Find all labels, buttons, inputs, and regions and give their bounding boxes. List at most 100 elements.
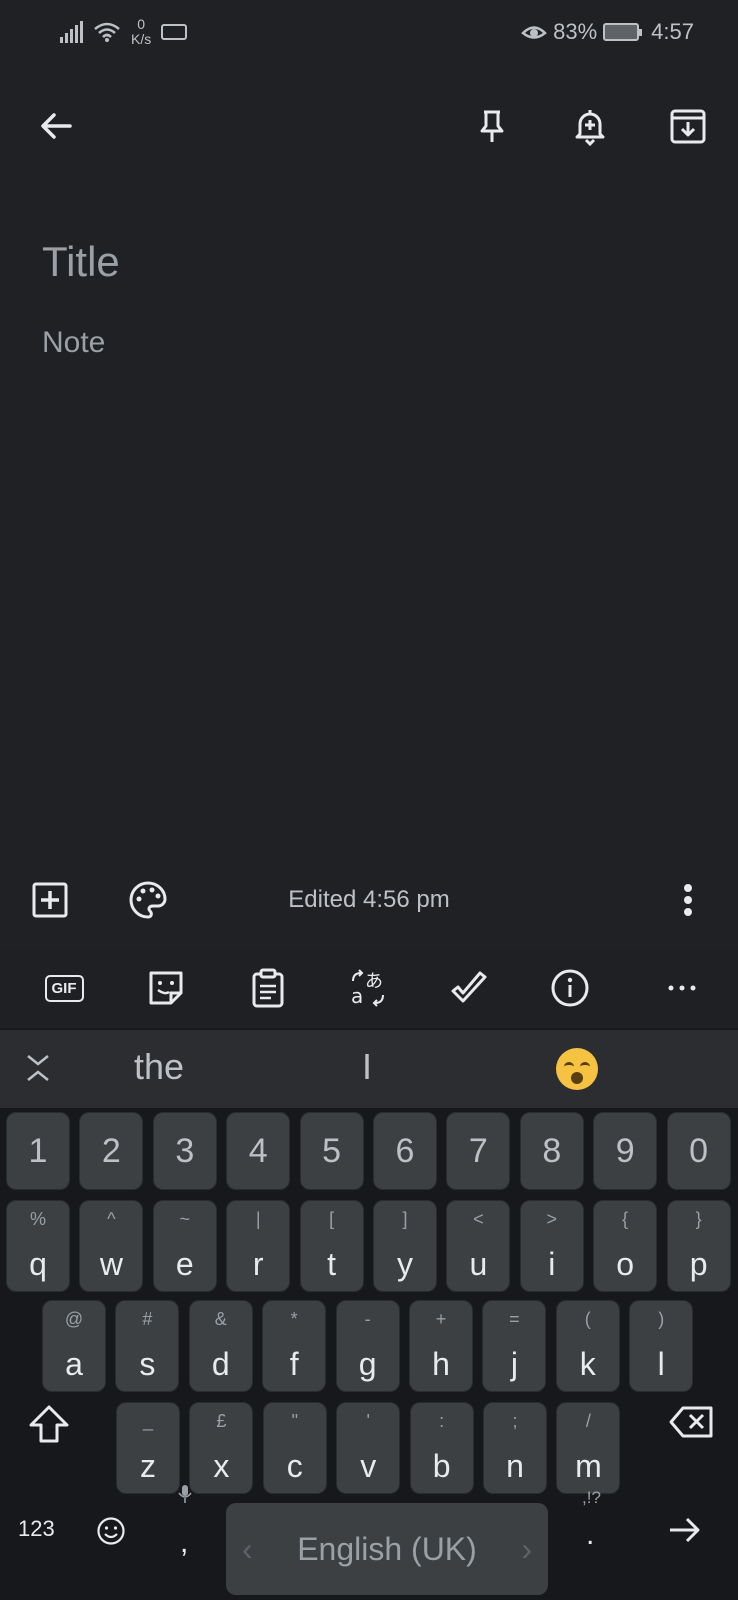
key-a-secondary: @ [64,1309,84,1329]
key-u-label: u [469,1246,488,1282]
network-speed: 0 K/s [131,17,151,47]
gif-button[interactable]: GIF [40,964,88,1012]
key-i[interactable]: > i [519,1200,584,1292]
key-9[interactable]: 9 [593,1112,658,1190]
signal-icon [60,21,83,43]
key-r-label: r [252,1246,264,1282]
key-x-label: x [213,1448,230,1484]
key-4[interactable]: 4 [226,1112,291,1190]
key-j[interactable]: = j [482,1300,547,1392]
reminder-button[interactable] [562,98,618,154]
more-horiz-icon [668,985,696,991]
key-e[interactable]: ~ e [152,1200,217,1292]
backspace-icon [669,1406,713,1438]
key-d-secondary: & [214,1309,227,1329]
key-h[interactable]: + h [409,1300,473,1392]
archive-button[interactable] [660,98,716,154]
key-h-label: h [432,1346,450,1382]
bell-plus-icon [575,110,605,146]
key-c[interactable]: " c [262,1402,327,1494]
emoji-suggestion-crying-icon[interactable] [556,1048,598,1090]
suggestion-1[interactable]: the [134,1046,184,1088]
check-pen-icon [451,971,487,1003]
key-u[interactable]: < u [446,1200,511,1292]
suggestion-strip: the I [0,1030,738,1108]
key-7[interactable]: 7 [446,1112,511,1190]
network-speed-value: 0 [137,16,146,32]
key-k-secondary: ( [584,1309,591,1329]
key-p[interactable]: } p [666,1200,731,1292]
comma-key[interactable]: , [160,1484,210,1584]
key-g[interactable]: -g [335,1300,400,1392]
comma-label: , [180,1526,189,1559]
note-input[interactable]: Note [42,326,105,360]
key-t[interactable]: [t [299,1200,364,1292]
clipboard-button[interactable] [244,964,292,1012]
info-button[interactable] [546,964,594,1012]
pin-button[interactable] [464,98,520,154]
key-u-secondary: < [473,1209,484,1229]
key-j-label: j [510,1346,518,1382]
key-d[interactable]: & d [188,1300,253,1392]
more-tools-button[interactable] [658,964,706,1012]
sticker-button[interactable] [142,964,190,1012]
key-b-label: b [432,1448,451,1484]
key-6-label: 6 [395,1132,415,1170]
key-8-label: 8 [542,1132,562,1170]
key-5-label: 5 [322,1132,342,1170]
key-n[interactable]: ; n [483,1402,547,1494]
status-left: 0 K/s [60,16,188,48]
enter-key[interactable] [664,1510,704,1550]
key-2[interactable]: 2 [79,1112,144,1190]
title-input[interactable]: Title [42,238,120,286]
key-l-secondary: ) [658,1309,665,1329]
key-e-label: e [175,1246,194,1282]
key-o[interactable]: {o [593,1200,658,1292]
key-t-secondary: [ [329,1209,335,1229]
key-1[interactable]: 1 [6,1112,70,1190]
collapse-suggestions-button[interactable] [22,1052,54,1084]
numbers-mode-key[interactable]: 123 [18,1504,78,1554]
key-o-label: o [616,1246,635,1282]
key-z-label: z [140,1448,156,1484]
key-s[interactable]: # s [115,1300,180,1392]
key-6[interactable]: 6 [373,1112,437,1190]
key-j-secondary: = [509,1309,520,1329]
key-r[interactable]: | r [226,1200,291,1292]
backspace-key[interactable] [656,1378,728,1470]
key-q[interactable]: % q [6,1200,70,1292]
key-m[interactable]: / m [556,1402,621,1494]
key-s-label: s [139,1346,156,1382]
key-x[interactable]: £ x [189,1402,254,1494]
pin-icon [480,110,504,142]
grammar-check-button[interactable] [446,964,494,1012]
translate-icon: a あ [351,969,384,1008]
period-key[interactable]: ,!? . [568,1484,618,1584]
key-8[interactable]: 8 [519,1112,584,1190]
suggestion-2[interactable]: I [362,1046,372,1088]
key-v[interactable]: ' v [336,1402,401,1494]
key-e-secondary: ~ [179,1209,191,1229]
translate-button[interactable]: a あ [344,964,392,1012]
more-options-button[interactable] [660,872,716,928]
emoji-key[interactable] [96,1516,126,1546]
key-q-secondary: % [29,1209,46,1229]
key-k[interactable]: (k [555,1300,620,1392]
key-z[interactable]: _ z [116,1402,180,1494]
shift-key[interactable] [18,1378,78,1470]
note-bottom-bar: Edited 4:56 pm [0,864,738,936]
key-f[interactable]: * f [262,1300,327,1392]
status-bar: 0 K/s 83% 4:57 [0,0,738,64]
key-5[interactable]: 5 [299,1112,364,1190]
key-9-label: 9 [615,1132,635,1170]
key-3[interactable]: 3 [152,1112,217,1190]
key-0[interactable]: 0 [666,1112,731,1190]
wifi-icon [94,22,120,42]
key-y[interactable]: ] y [373,1200,437,1292]
key-w[interactable]: ^ w [79,1200,144,1292]
back-button[interactable] [28,98,84,154]
space-bar[interactable]: ‹ English (UK) › [226,1503,548,1595]
soft-keyboard: GIF a あ the I 1 2 3 4 5 6 7 8 9 0 % q ^ … [0,948,738,1600]
key-b[interactable]: :b [409,1402,474,1494]
eye-comfort-icon [521,26,547,39]
